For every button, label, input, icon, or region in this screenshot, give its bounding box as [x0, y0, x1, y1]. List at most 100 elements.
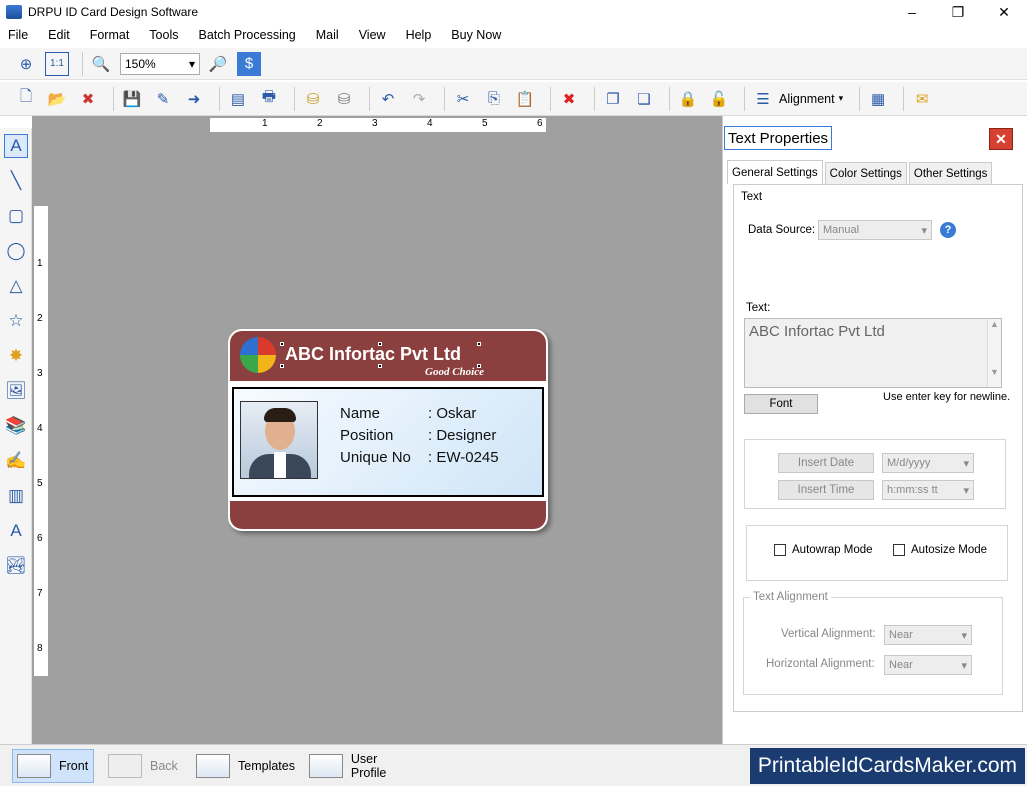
- text-scrollbar[interactable]: ▲ ▼: [987, 319, 1001, 387]
- time-format-select[interactable]: h:mm:ss tt ▾: [882, 480, 974, 500]
- autosize-checkbox[interactable]: Autosize Mode: [893, 544, 987, 556]
- fit-window-icon[interactable]: ⊕: [14, 52, 38, 76]
- tab-color-settings[interactable]: Color Settings: [824, 162, 907, 184]
- templates-button[interactable]: Templates: [192, 749, 300, 783]
- tagline-text[interactable]: Good Choice: [425, 366, 484, 378]
- mail-icon[interactable]: ✉: [910, 87, 934, 111]
- back-button[interactable]: Back: [104, 749, 184, 783]
- front-card-icon: [17, 754, 51, 778]
- horizontal-alignment-select[interactable]: Near ▾: [884, 655, 972, 675]
- zoom-out-icon[interactable]: 🔎: [206, 52, 230, 76]
- tab-other-settings[interactable]: Other Settings: [908, 162, 993, 184]
- line-tool-icon[interactable]: ╲: [4, 169, 28, 193]
- text-tool-icon[interactable]: A: [4, 134, 28, 158]
- field-value-position[interactable]: : Designer: [428, 427, 496, 444]
- zoom-in-icon[interactable]: 🔍: [89, 52, 113, 76]
- triangle-tool-icon[interactable]: △: [4, 274, 28, 298]
- id-card-front[interactable]: ABC Infortac Pvt Ltd Good Choice Name : …: [228, 329, 548, 531]
- dollar-icon[interactable]: $: [237, 51, 261, 76]
- field-label-unique-no[interactable]: Unique No: [340, 449, 411, 466]
- watermark-tool-icon[interactable]: A: [4, 519, 28, 543]
- close-panel-button[interactable]: ✕: [989, 128, 1013, 150]
- library-tool-icon[interactable]: 📚: [4, 414, 28, 438]
- grid-icon[interactable]: ▦: [866, 87, 890, 111]
- date-format-select[interactable]: M/d/yyyy ▾: [882, 453, 974, 473]
- close-window-button[interactable]: ✕: [981, 0, 1027, 24]
- field-value-name[interactable]: : Oskar: [428, 405, 476, 422]
- save-as-icon[interactable]: ✎: [151, 87, 175, 111]
- autosize-label: Autosize Mode: [911, 544, 988, 556]
- menu-help[interactable]: Help: [406, 28, 432, 42]
- front-button[interactable]: Front: [12, 749, 94, 783]
- card-footer: [230, 501, 546, 529]
- paste-icon[interactable]: 📋: [513, 87, 537, 111]
- menu-buy-now[interactable]: Buy Now: [451, 28, 501, 42]
- export-icon[interactable]: ➜: [182, 87, 206, 111]
- menu-mail[interactable]: Mail: [316, 28, 339, 42]
- field-value-unique-no[interactable]: : EW-0245: [428, 449, 499, 466]
- field-label-name[interactable]: Name: [340, 405, 380, 422]
- bottom-bar: Front Back Templates User Profile Printa…: [0, 744, 1027, 786]
- unlock-icon[interactable]: 🔓: [707, 87, 731, 111]
- selection-handle[interactable]: [378, 364, 382, 368]
- close-file-icon[interactable]: ✖: [76, 87, 100, 111]
- help-icon[interactable]: ?: [940, 222, 956, 238]
- rectangle-tool-icon[interactable]: ▢: [4, 204, 28, 228]
- maximize-button[interactable]: ❐: [935, 0, 981, 24]
- horizontal-alignment-value: Near: [889, 659, 913, 671]
- tab-general-settings[interactable]: General Settings: [727, 160, 823, 184]
- user-profile-button[interactable]: User Profile: [305, 749, 420, 783]
- menu-format[interactable]: Format: [90, 28, 130, 42]
- symbol-tool-icon[interactable]: ✸: [4, 344, 28, 368]
- field-label-position[interactable]: Position: [340, 427, 393, 444]
- bring-front-icon[interactable]: ❐: [601, 87, 625, 111]
- autowrap-checkbox[interactable]: Autowrap Mode: [774, 544, 873, 556]
- send-back-icon[interactable]: ❏: [632, 87, 656, 111]
- picture-tool-icon[interactable]: 🏞: [4, 554, 28, 578]
- redo-icon[interactable]: ↷: [407, 87, 431, 111]
- lock-icon[interactable]: 🔒: [676, 87, 700, 111]
- data-source-select[interactable]: Manual ▾: [818, 220, 932, 240]
- design-canvas[interactable]: 1 2 3 4 5 6 1 2 3 4 5 6 7 8 ABC Infortac…: [32, 116, 722, 744]
- signature-tool-icon[interactable]: ✍: [4, 449, 28, 473]
- selection-handle[interactable]: [477, 342, 481, 346]
- selection-handle[interactable]: [280, 364, 284, 368]
- company-name-text[interactable]: ABC Infortac Pvt Ltd: [285, 344, 461, 365]
- employee-photo[interactable]: [240, 401, 318, 479]
- menu-view[interactable]: View: [359, 28, 386, 42]
- company-logo-icon[interactable]: [240, 337, 276, 373]
- alignment-dropdown[interactable]: ☰ Alignment ▾: [751, 87, 843, 111]
- print-icon[interactable]: 🖶: [257, 87, 281, 111]
- menu-tools[interactable]: Tools: [149, 28, 178, 42]
- text-input[interactable]: ABC Infortac Pvt Ltd ▲ ▼: [744, 318, 1002, 388]
- star-tool-icon[interactable]: ☆: [4, 309, 28, 333]
- insert-date-button[interactable]: Insert Date: [778, 453, 874, 473]
- menu-edit[interactable]: Edit: [48, 28, 70, 42]
- font-button[interactable]: Font: [744, 394, 818, 414]
- database-settings-icon[interactable]: ⛁: [332, 87, 356, 111]
- insert-time-button[interactable]: Insert Time: [778, 480, 874, 500]
- actual-size-icon[interactable]: 1:1: [45, 51, 69, 76]
- save-icon[interactable]: 💾: [120, 87, 144, 111]
- cut-icon[interactable]: ✂: [451, 87, 475, 111]
- minimize-button[interactable]: –: [889, 0, 935, 24]
- undo-icon[interactable]: ↶: [376, 87, 400, 111]
- copy-icon[interactable]: ⎘: [482, 87, 506, 111]
- database-icon[interactable]: ⛁: [301, 87, 325, 111]
- new-icon[interactable]: 🗋: [14, 87, 38, 111]
- open-icon[interactable]: 📂: [45, 87, 69, 111]
- ellipse-tool-icon[interactable]: ◯: [4, 239, 28, 263]
- selection-handle[interactable]: [378, 342, 382, 346]
- menu-batch-processing[interactable]: Batch Processing: [198, 28, 295, 42]
- vertical-alignment-select[interactable]: Near ▾: [884, 625, 972, 645]
- ruler-label: 4: [427, 118, 433, 129]
- zoom-select[interactable]: 150% ▾: [120, 52, 200, 75]
- vertical-alignment-value: Near: [889, 629, 913, 641]
- barcode-tool-icon[interactable]: ▥: [4, 484, 28, 508]
- selection-handle[interactable]: [280, 342, 284, 346]
- menu-file[interactable]: File: [8, 28, 28, 42]
- image-tool-icon[interactable]: 🖼: [4, 379, 28, 403]
- print-preview-icon[interactable]: ▤: [226, 87, 250, 111]
- toolbar-separator: [113, 86, 114, 111]
- delete-icon[interactable]: ✖: [557, 87, 581, 111]
